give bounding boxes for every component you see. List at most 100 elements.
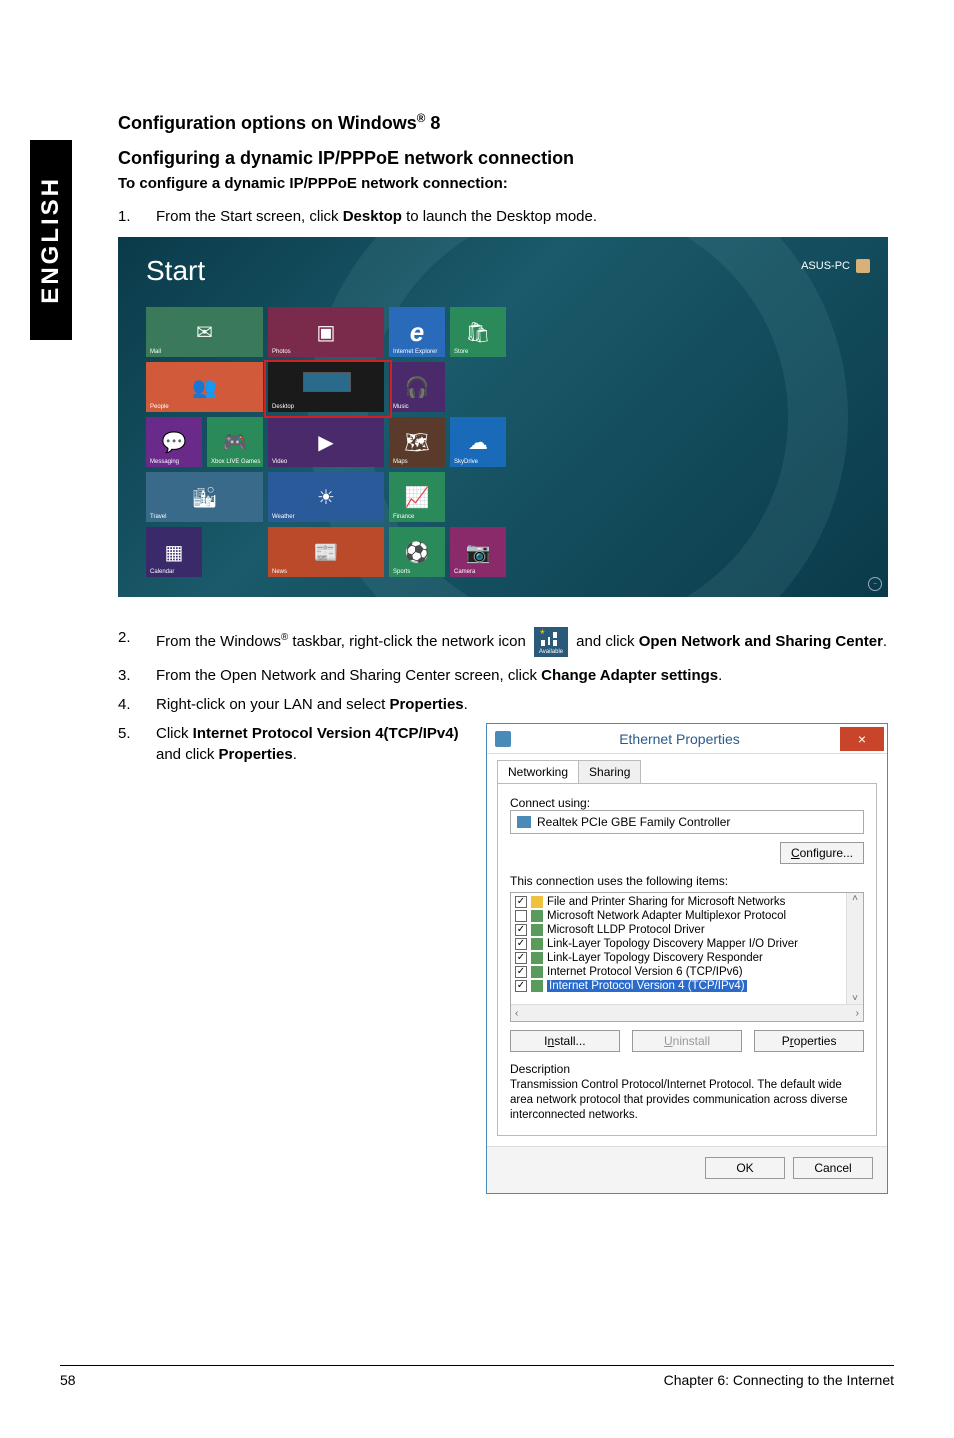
page-number: 58 (60, 1372, 76, 1388)
scrollbar-vertical[interactable]: ˄˅ (846, 893, 863, 1004)
tab-sharing[interactable]: Sharing (578, 760, 641, 783)
step-4-text: Right-click on your LAN and select Prope… (156, 694, 888, 715)
uninstall-button: Uninstall (632, 1030, 742, 1052)
step-1-number: 1. (118, 206, 156, 227)
zoom-icon[interactable]: − (868, 577, 882, 591)
step-5-text: Click Internet Protocol Version 4(TCP/IP… (156, 723, 474, 765)
tile-video[interactable]: ▶Video (268, 417, 384, 467)
tile-messaging[interactable]: 💬Messaging (146, 417, 202, 467)
ethernet-properties-dialog: Ethernet Properties × Networking Sharing… (486, 723, 888, 1194)
connection-item[interactable]: ✓ Microsoft LLDP Protocol Driver (511, 923, 863, 937)
ok-button[interactable]: OK (705, 1157, 785, 1179)
step-2-text: From the Windows® taskbar, right-click t… (156, 627, 888, 657)
step-5-number: 5. (118, 723, 156, 765)
checkbox[interactable]: ✓ (515, 924, 527, 936)
step-4-number: 4. (118, 694, 156, 715)
protocol-icon (531, 952, 543, 964)
dialog-title: Ethernet Properties (519, 731, 840, 747)
avatar-icon (856, 259, 870, 273)
start-screen-title: Start (146, 255, 205, 287)
dialog-titlebar: Ethernet Properties × (487, 724, 887, 754)
start-tiles: ✉Mail ▣Photos eInternet Explorer 🛍Store … (146, 307, 506, 577)
tile-photos[interactable]: ▣Photos (268, 307, 384, 357)
connection-item[interactable]: ✓Internet Protocol Version 4 (TCP/IPv4) (511, 979, 863, 993)
checkbox[interactable]: ✓ (515, 966, 527, 978)
tile-skydrive[interactable]: ☁SkyDrive (450, 417, 506, 467)
adapter-field[interactable]: Realtek PCIe GBE Family Controller (510, 810, 864, 834)
dialog-panel: Connect using: Realtek PCIe GBE Family C… (497, 783, 877, 1136)
tile-weather[interactable]: ☀Weather (268, 472, 384, 522)
uses-following-label: This connection uses the following items… (510, 874, 864, 888)
properties-button[interactable]: Properties (754, 1030, 864, 1052)
start-screen-user[interactable]: ASUS-PC (801, 259, 870, 273)
ethernet-icon (495, 731, 511, 747)
step-3-text: From the Open Network and Sharing Center… (156, 665, 888, 686)
heading-config-dynamic: Configuring a dynamic IP/PPPoE network c… (118, 148, 888, 169)
connection-item[interactable]: ✓ Link-Layer Topology Discovery Mapper I/… (511, 937, 863, 951)
step-1-text: From the Start screen, click Desktop to … (156, 206, 888, 227)
subheading-to-configure: To configure a dynamic IP/PPPoE network … (118, 175, 888, 192)
page-content: Configuration options on Windows® 8 Conf… (118, 112, 888, 1194)
step-5-row: 5. Click Internet Protocol Version 4(TCP… (118, 723, 888, 1194)
protocol-icon (531, 910, 543, 922)
heading-config-options: Configuration options on Windows® 8 (118, 112, 888, 134)
adapter-name: Realtek PCIe GBE Family Controller (537, 815, 730, 829)
heading-config-options-pre: Configuration options on Windows (118, 113, 417, 133)
checkbox[interactable]: ✓ (515, 938, 527, 950)
tile-desktop[interactable]: Desktop (268, 362, 384, 412)
description-text: Transmission Control Protocol/Internet P… (510, 1078, 864, 1123)
protocol-icon (531, 938, 543, 950)
tile-music[interactable]: 🎧Music (389, 362, 445, 412)
connection-item[interactable]: Microsoft Network Adapter Multiplexor Pr… (511, 909, 863, 923)
chapter-label: Chapter 6: Connecting to the Internet (664, 1372, 894, 1388)
connection-item[interactable]: ✓Internet Protocol Version 6 (TCP/IPv6) (511, 965, 863, 979)
step-1: 1. From the Start screen, click Desktop … (118, 206, 888, 227)
heading-config-options-post: 8 (425, 113, 440, 133)
cancel-button[interactable]: Cancel (793, 1157, 873, 1179)
protocol-icon (531, 924, 543, 936)
tile-store[interactable]: 🛍Store (450, 307, 506, 357)
dialog-footer: OK Cancel (487, 1146, 887, 1193)
configure-button[interactable]: Configure... (780, 842, 864, 864)
description-label: Description (510, 1062, 864, 1076)
checkbox[interactable]: ✓ (515, 952, 527, 964)
tile-sports[interactable]: ⚽Sports (389, 527, 445, 577)
connection-item[interactable]: ✓ Link-Layer Topology Discovery Responder (511, 951, 863, 965)
page-footer: 58 Chapter 6: Connecting to the Internet (60, 1365, 894, 1388)
step-2: 2. From the Windows® taskbar, right-clic… (118, 627, 888, 657)
step-2-number: 2. (118, 627, 156, 657)
connection-item-label: Link-Layer Topology Discovery Mapper I/O… (547, 938, 798, 950)
connection-item-label: Microsoft LLDP Protocol Driver (547, 924, 705, 936)
tile-games[interactable]: 🎮Xbox LIVE Games (207, 417, 263, 467)
tab-networking[interactable]: Networking (497, 760, 579, 783)
start-screen-screenshot: Start ASUS-PC ✉Mail ▣Photos eInternet Ex… (118, 237, 888, 597)
tile-news[interactable]: 📰News (268, 527, 384, 577)
step-3-number: 3. (118, 665, 156, 686)
close-button[interactable]: × (840, 727, 884, 751)
connection-item-label: Link-Layer Topology Discovery Responder (547, 952, 763, 964)
adapter-icon (517, 816, 531, 828)
tile-maps[interactable]: 🗺Maps (389, 417, 445, 467)
tile-finance[interactable]: 📈Finance (389, 472, 445, 522)
step-3: 3. From the Open Network and Sharing Cen… (118, 665, 888, 686)
tile-people[interactable]: 👥People (146, 362, 263, 412)
checkbox[interactable]: ✓ (515, 896, 527, 908)
tile-mail[interactable]: ✉Mail (146, 307, 263, 357)
connect-using-label: Connect using: (510, 796, 864, 810)
connection-item[interactable]: ✓ File and Printer Sharing for Microsoft … (511, 895, 863, 909)
step-5: 5. Click Internet Protocol Version 4(TCP… (118, 723, 474, 765)
tile-travel[interactable]: 🏙Travel (146, 472, 263, 522)
scrollbar-horizontal[interactable]: ‹› (511, 1004, 863, 1021)
protocol-icon (531, 980, 543, 992)
checkbox[interactable]: ✓ (515, 980, 527, 992)
install-button[interactable]: Install... (510, 1030, 620, 1052)
tile-calendar[interactable]: ▦Calendar (146, 527, 202, 577)
step-4: 4. Right-click on your LAN and select Pr… (118, 694, 888, 715)
checkbox[interactable] (515, 910, 527, 922)
connection-item-label: File and Printer Sharing for Microsoft N… (547, 896, 785, 908)
language-tab: ENGLISH (30, 140, 72, 340)
tile-internet-explorer[interactable]: eInternet Explorer (389, 307, 445, 357)
network-taskbar-icon[interactable]: Available (534, 627, 568, 657)
protocol-icon (531, 966, 543, 978)
tile-camera[interactable]: 📷Camera (450, 527, 506, 577)
